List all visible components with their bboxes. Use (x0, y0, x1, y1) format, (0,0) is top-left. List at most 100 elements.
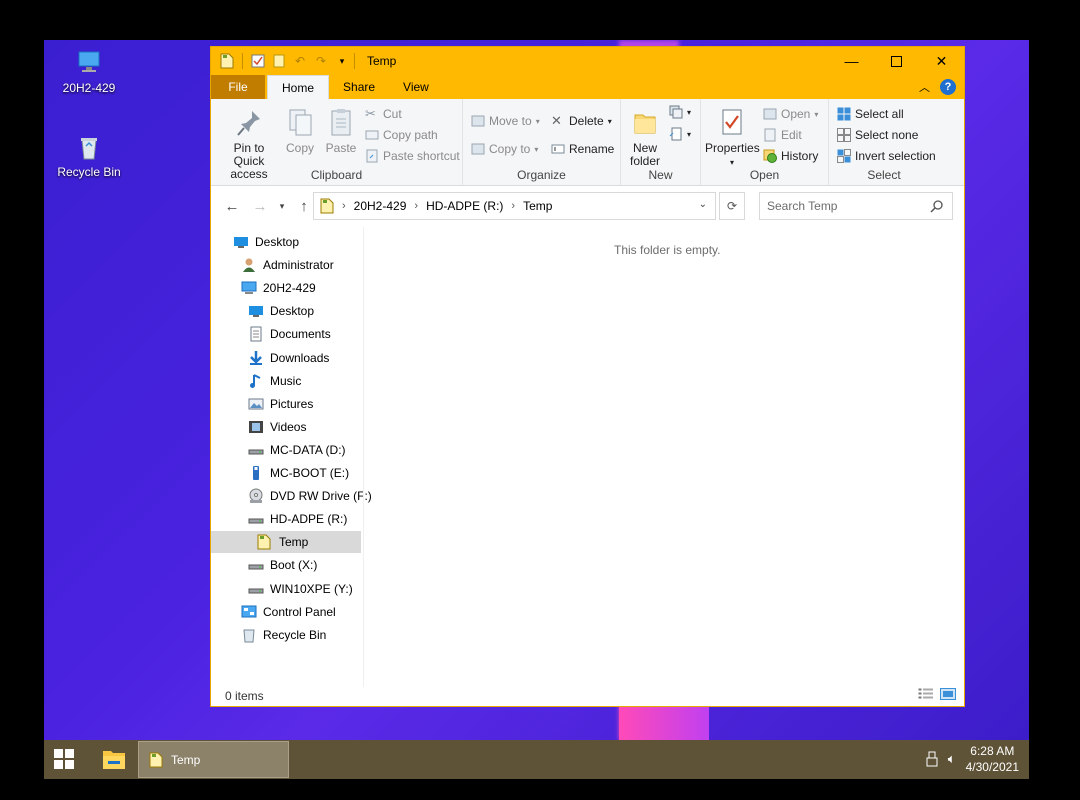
search-input[interactable]: Search Temp (759, 192, 953, 220)
nav-item-win10xpe-y[interactable]: WIN10XPE (Y:) (248, 578, 353, 600)
nav-item-downloads[interactable]: Downloads (248, 347, 329, 369)
pin-icon (237, 111, 260, 136)
start-button[interactable] (54, 749, 74, 769)
group-select: Select all Select none Invert selection … (829, 99, 939, 185)
tab-view[interactable]: View (389, 75, 443, 99)
clock-date: 4/30/2021 (965, 760, 1019, 774)
tab-home[interactable]: Home (267, 75, 330, 99)
recycle-bin-icon (241, 627, 257, 643)
pane-divider[interactable] (363, 227, 364, 687)
nav-item-mc-boot-e[interactable]: MC-BOOT (E:) (248, 462, 349, 484)
properties-icon[interactable] (250, 53, 266, 69)
folder-icon (320, 198, 334, 214)
history-label: History (781, 149, 819, 163)
invert-selection-button[interactable]: Invert selection (837, 149, 936, 163)
maximize-button[interactable] (874, 47, 919, 75)
nav-item-label: Pictures (270, 396, 314, 411)
new-folder-label: New folder (629, 141, 661, 168)
new-folder-icon[interactable] (271, 53, 287, 69)
empty-folder-message: This folder is empty. (614, 243, 721, 257)
rename-button[interactable]: Rename (551, 142, 614, 156)
chevron-down-icon[interactable]: ⌄ (699, 199, 707, 210)
usb-icon[interactable] (926, 751, 938, 767)
chevron-up-icon[interactable]: ︿ (919, 79, 930, 95)
desktop-icon-computer[interactable]: 20H2-429 (49, 48, 129, 95)
nav-item-dvd-rw-drive-f[interactable]: DVD RW Drive (F:) (248, 485, 372, 507)
easy-access-button[interactable]: ▾ (669, 127, 691, 141)
nav-item-20h2-429[interactable]: 20H2-429 (241, 277, 316, 299)
large-icons-view-icon[interactable] (940, 688, 956, 700)
properties-button[interactable]: Properties ▾ (705, 107, 760, 169)
nav-item-boot-x[interactable]: Boot (X:) (248, 554, 317, 576)
nav-item-videos[interactable]: Videos (248, 416, 306, 438)
nav-item-recycle-bin[interactable]: Recycle Bin (241, 624, 326, 646)
new-folder-button[interactable]: New folder (625, 107, 665, 168)
up-button[interactable]: ↑ (293, 198, 315, 215)
copy-to-button[interactable]: Copy to ▾ (471, 142, 538, 156)
breadcrumb-item[interactable]: HD-ADPE (R:) (426, 199, 503, 213)
ribbon: Pin to Quick access Copy Paste ✂ Cut Cop… (211, 99, 964, 186)
volume-icon[interactable]: 🔈︎ (948, 751, 956, 767)
new-item-button[interactable]: ▾ (669, 105, 691, 119)
music-icon (248, 373, 264, 389)
select-all-button[interactable]: Select all (837, 107, 904, 121)
address-bar[interactable]: › 20H2-429 › HD-ADPE (R:) › Temp ⌄ (313, 192, 716, 220)
taskbar: Temp 🔈︎ 6:28 AM 4/30/2021 (44, 740, 1029, 779)
paste-button[interactable]: Paste (323, 107, 359, 155)
details-view-icon[interactable] (918, 688, 934, 700)
ribbon-controls: ︿ ? (919, 79, 956, 95)
paste-label: Paste (325, 141, 357, 155)
open-button[interactable]: Open ▾ (763, 107, 818, 121)
tab-share[interactable]: Share (329, 75, 389, 99)
undo-icon[interactable]: ↶ (292, 53, 308, 69)
nav-item-mc-data-d[interactable]: MC-DATA (D:) (248, 439, 346, 461)
copy-path-button[interactable]: Copy path (365, 128, 438, 142)
taskbar-task-temp[interactable]: Temp (138, 741, 289, 778)
drive-icon (248, 557, 264, 573)
copy-icon (289, 109, 312, 136)
nav-item-documents[interactable]: Documents (248, 323, 331, 345)
tab-file[interactable]: File (211, 75, 265, 99)
close-button[interactable]: ✕ (919, 47, 964, 75)
nav-item-administrator[interactable]: Administrator (241, 254, 334, 276)
history-icon (763, 149, 777, 163)
cut-button[interactable]: ✂ Cut (365, 106, 402, 122)
forward-button[interactable]: → (249, 198, 271, 215)
nav-item-pictures[interactable]: Pictures (248, 393, 313, 415)
nav-item-desktop[interactable]: Desktop (233, 231, 299, 253)
paste-shortcut-button[interactable]: Paste shortcut (365, 149, 460, 163)
nav-item-hd-adpe-r[interactable]: HD-ADPE (R:) (248, 508, 347, 530)
copy-path-icon (365, 128, 379, 142)
nav-item-control-panel[interactable]: Control Panel (241, 601, 336, 623)
back-button[interactable]: ← (221, 198, 243, 215)
redo-icon[interactable]: ↷ (313, 53, 329, 69)
breadcrumb-item[interactable]: 20H2-429 (354, 199, 407, 213)
scissors-icon: ✂ (365, 106, 376, 121)
history-button[interactable]: History (763, 149, 818, 163)
new-item-icon (669, 105, 683, 119)
nav-item-desktop[interactable]: Desktop (248, 300, 314, 322)
nav-item-music[interactable]: Music (248, 370, 301, 392)
nav-item-temp[interactable]: Temp (211, 531, 361, 554)
copy-button[interactable]: Copy (283, 107, 317, 155)
delete-button[interactable]: ✕ Delete ▾ (551, 114, 612, 129)
edit-button[interactable]: Edit (763, 128, 802, 142)
file-explorer-taskbar-icon[interactable] (102, 748, 126, 770)
pictures-icon (248, 396, 264, 412)
folder-icon (149, 752, 163, 767)
select-none-button[interactable]: Select none (837, 128, 918, 142)
recent-locations-button[interactable]: ▾ (271, 201, 293, 212)
select-none-label: Select none (855, 128, 919, 142)
minimize-button[interactable]: — (829, 47, 874, 75)
help-icon[interactable]: ? (940, 79, 956, 95)
clock[interactable]: 6:28 AM 4/30/2021 (966, 743, 1019, 775)
group-label: Organize (517, 168, 566, 182)
desktop: 20H2-429 Recycle Bin ↶ ↷ ▾ Temp — ✕ File… (44, 40, 1029, 779)
move-to-button[interactable]: Move to ▾ (471, 114, 540, 128)
title-bar[interactable]: ↶ ↷ ▾ Temp — ✕ (211, 47, 964, 75)
refresh-button[interactable]: ⟳ (719, 192, 745, 220)
group-new: New folder ▾ ▾ New (621, 99, 701, 185)
desktop-icon-recycle-bin[interactable]: Recycle Bin (49, 132, 129, 179)
customize-qat-icon[interactable]: ▾ (334, 53, 350, 69)
breadcrumb-item[interactable]: Temp (523, 199, 552, 213)
